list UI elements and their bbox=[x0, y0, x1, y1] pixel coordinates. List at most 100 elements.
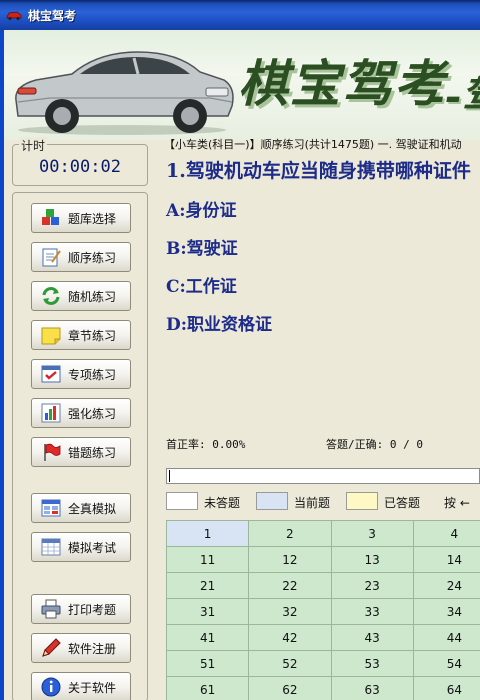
nav-label: 软件注册 bbox=[68, 641, 117, 656]
bar-chart-icon bbox=[41, 403, 61, 423]
question-bank-button[interactable]: 题库选择 bbox=[31, 203, 131, 233]
brand-logo-tail: --驾 bbox=[428, 73, 480, 120]
random-practice-button[interactable]: 随机练习 bbox=[31, 281, 131, 311]
nav-label: 题库选择 bbox=[68, 211, 117, 226]
question-number-cell[interactable]: 14 bbox=[412, 546, 480, 573]
nav-label: 打印考题 bbox=[68, 602, 117, 617]
question-number-cell[interactable]: 63 bbox=[330, 676, 414, 700]
question-number-cell[interactable]: 62 bbox=[248, 676, 332, 700]
question-number-cell[interactable]: 53 bbox=[330, 650, 414, 677]
info-icon bbox=[41, 677, 61, 697]
question-number-cell[interactable]: 44 bbox=[412, 624, 480, 651]
sticky-note-icon bbox=[41, 327, 61, 345]
full-simulation-button[interactable]: 全真模拟 bbox=[31, 493, 131, 523]
software-register-button[interactable]: 软件注册 bbox=[31, 633, 131, 663]
question-number-cell[interactable]: 3 bbox=[330, 520, 414, 547]
car-illustration bbox=[15, 51, 234, 135]
nav-label: 错题练习 bbox=[68, 445, 117, 460]
question-grid-table: 1 2 3 4 11 12 13 14 21 22 23 24 31 32 33 34 41 42 43 44 51 52… bbox=[166, 520, 480, 700]
question-number-cell[interactable]: 11 bbox=[166, 546, 250, 573]
question-number-cell[interactable]: 23 bbox=[330, 572, 414, 599]
special-practice-button[interactable]: 专项练习 bbox=[31, 359, 131, 389]
red-flag-icon bbox=[44, 443, 61, 461]
question-number-cell[interactable]: 21 bbox=[166, 572, 250, 599]
grid-row: 31 32 33 34 bbox=[166, 598, 480, 625]
current-swatch bbox=[256, 492, 288, 510]
question-number-cell[interactable]: 52 bbox=[248, 650, 332, 677]
unanswered-swatch bbox=[166, 492, 198, 510]
grid-row: 41 42 43 44 bbox=[166, 624, 480, 651]
progress-bar bbox=[166, 468, 480, 484]
question-text: 1.驾驶机动车应当随身携带哪种证件 bbox=[166, 160, 471, 182]
window-title: 棋宝驾考 bbox=[28, 8, 77, 23]
question-number-cell[interactable]: 54 bbox=[412, 650, 480, 677]
nav-label: 强化练习 bbox=[68, 406, 117, 421]
refresh-icon bbox=[42, 287, 60, 305]
nav-panel: 题库选择 顺序练习 随机练习 章节练习 专项练习 强化练习 错题练习 全真模拟 … bbox=[12, 192, 148, 700]
blocks-icon bbox=[42, 209, 59, 225]
nav-label: 全真模拟 bbox=[68, 501, 117, 516]
unanswered-label: 未答题 bbox=[204, 496, 241, 510]
chapter-practice-button[interactable]: 章节练习 bbox=[31, 320, 131, 350]
question-number-cell[interactable]: 41 bbox=[166, 624, 250, 651]
about-software-button[interactable]: 关于软件 bbox=[31, 672, 131, 700]
question-number-cell[interactable]: 43 bbox=[330, 624, 414, 651]
nav-label: 章节练习 bbox=[68, 328, 117, 343]
question-number-cell[interactable]: 22 bbox=[248, 572, 332, 599]
question-number-cell[interactable]: 24 bbox=[412, 572, 480, 599]
timer-label: 计时 bbox=[19, 137, 48, 154]
option-c[interactable]: C:工作证 bbox=[166, 272, 237, 297]
question-number-cell[interactable]: 33 bbox=[330, 598, 414, 625]
title-bar: 棋宝驾考 bbox=[0, 0, 480, 30]
question-number-cell[interactable]: 32 bbox=[248, 598, 332, 625]
question-number-cell[interactable]: 1 bbox=[166, 520, 250, 547]
question-number-cell[interactable]: 4 bbox=[412, 520, 480, 547]
question-number-cell[interactable]: 61 bbox=[166, 676, 250, 700]
progress-fill bbox=[169, 470, 170, 482]
option-b[interactable]: B:驾驶证 bbox=[166, 234, 238, 259]
wrong-questions-button[interactable]: 错题练习 bbox=[31, 437, 131, 467]
sequential-practice-button[interactable]: 顺序练习 bbox=[31, 242, 131, 272]
question-number-cell[interactable]: 42 bbox=[248, 624, 332, 651]
question-number-grid: 1 2 3 4 11 12 13 14 21 22 23 24 31 32 33 34 41 42 43 44 51 52… bbox=[166, 520, 480, 700]
mock-exam-button[interactable]: 模拟考试 bbox=[31, 532, 131, 562]
grid-row: 11 12 13 14 bbox=[166, 546, 480, 573]
car-icon bbox=[6, 11, 22, 21]
grid-row: 61 62 63 64 bbox=[166, 676, 480, 700]
notepad-icon bbox=[42, 248, 61, 267]
question-number-cell[interactable]: 31 bbox=[166, 598, 250, 625]
brand-logo-text: 棋宝驾考 bbox=[238, 54, 446, 113]
nav-label: 顺序练习 bbox=[68, 250, 117, 265]
nav-label: 关于软件 bbox=[68, 680, 117, 695]
question-number-cell[interactable]: 2 bbox=[248, 520, 332, 547]
current-label: 当前题 bbox=[294, 496, 331, 510]
question-category-breadcrumb: 【小车类(科目一)】顺序练习(共计1475题) 一. 驾驶证和机动 bbox=[164, 138, 462, 151]
window-grid-icon bbox=[41, 499, 61, 517]
keyboard-hint: 按 ← bbox=[444, 496, 470, 510]
option-d[interactable]: D:职业资格证 bbox=[166, 310, 272, 335]
nav-label: 随机练习 bbox=[68, 289, 117, 304]
question-number-cell[interactable]: 64 bbox=[412, 676, 480, 700]
grid-row: 1234 bbox=[166, 520, 480, 547]
option-a[interactable]: A:身份证 bbox=[166, 196, 236, 221]
nav-label: 模拟考试 bbox=[68, 540, 117, 555]
answered-correct-stat: 答题/正确: 0 / 0 bbox=[326, 438, 423, 451]
print-questions-button[interactable]: 打印考题 bbox=[31, 594, 131, 624]
timer-value: 00:00:02 bbox=[39, 157, 121, 177]
first-accuracy-stat: 首正率: 0.00% bbox=[166, 438, 246, 451]
answered-label: 已答题 bbox=[384, 496, 421, 510]
nav-label: 专项练习 bbox=[68, 367, 117, 382]
grid-row: 51 52 53 54 bbox=[166, 650, 480, 677]
intensive-practice-button[interactable]: 强化练习 bbox=[31, 398, 131, 428]
question-number-cell[interactable]: 12 bbox=[248, 546, 332, 573]
pen-icon bbox=[42, 638, 61, 657]
timer-panel: 计时 00:00:02 bbox=[12, 137, 148, 186]
question-number-cell[interactable]: 13 bbox=[330, 546, 414, 573]
checklist-icon bbox=[41, 365, 61, 383]
grid-row: 21 22 23 24 bbox=[166, 572, 480, 599]
question-number-cell[interactable]: 51 bbox=[166, 650, 250, 677]
printer-icon bbox=[41, 599, 61, 619]
calendar-grid-icon bbox=[41, 538, 61, 556]
question-number-cell[interactable]: 34 bbox=[412, 598, 480, 625]
answered-swatch bbox=[346, 492, 378, 510]
